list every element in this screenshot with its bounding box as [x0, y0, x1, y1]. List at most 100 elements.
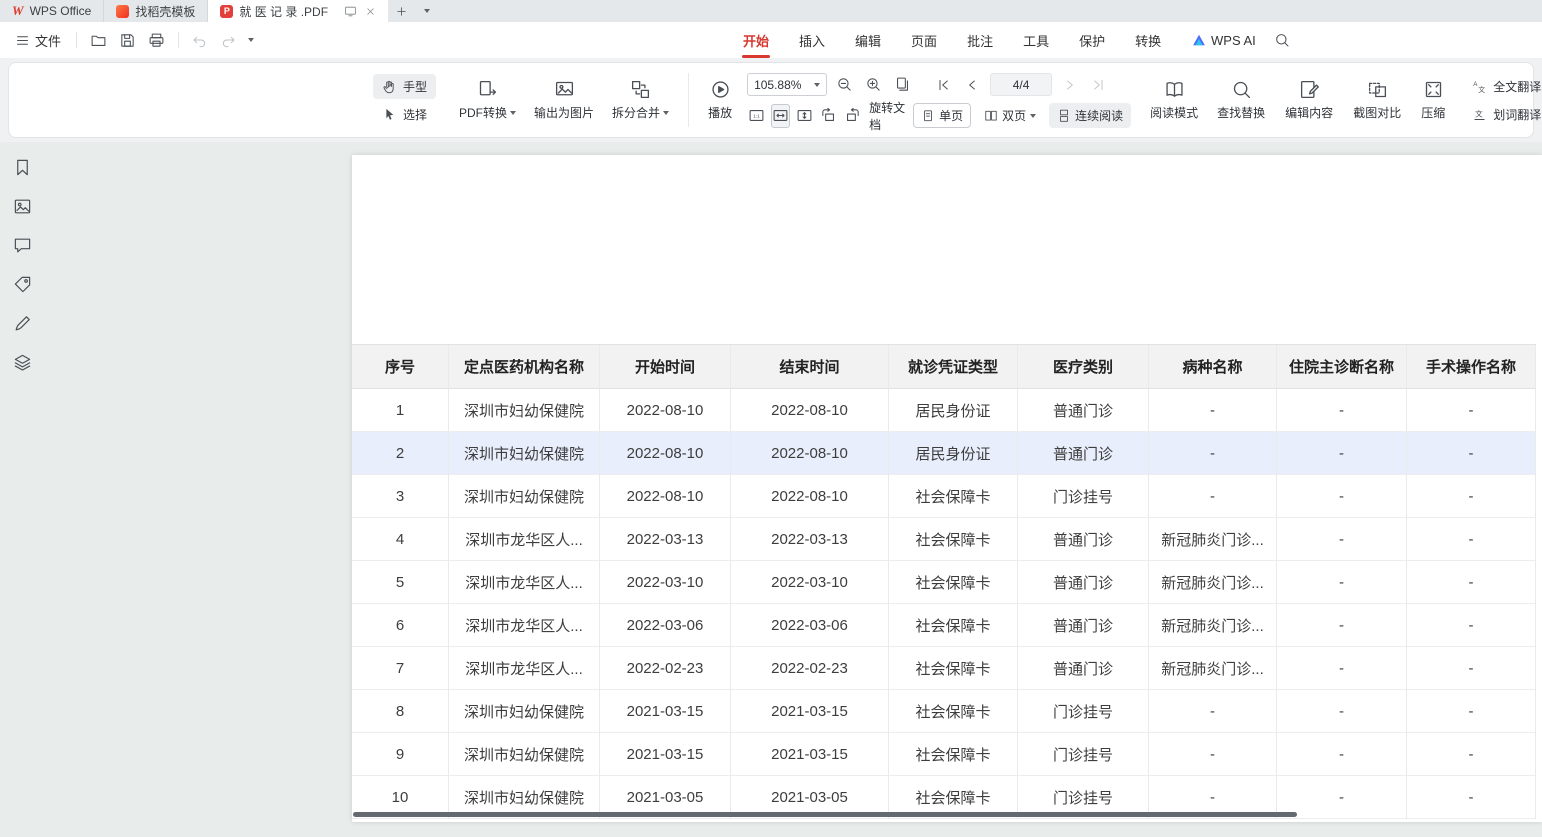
ribbon-tab-convert[interactable]: 转换: [1120, 22, 1176, 58]
table-row[interactable]: 1 深圳市妇幼保健院 2022-08-10 2022-08-10 居民身份证 普…: [352, 389, 1536, 432]
close-tab-icon[interactable]: [365, 6, 376, 17]
wps-ai-logo-icon: [1192, 33, 1206, 47]
tab-docer-templates[interactable]: 找稻壳模板: [104, 0, 208, 22]
find-replace-button[interactable]: 查找替换: [1207, 79, 1275, 121]
cell-end-time: 2022-02-23: [731, 647, 889, 690]
tab-label: 就 医 记 录 .PDF: [239, 3, 328, 20]
prev-page-button[interactable]: [961, 73, 985, 97]
actual-size-button[interactable]: 1:1: [747, 104, 766, 128]
table-row[interactable]: 6 深圳市龙华区人... 2022-03-06 2022-03-06 社会保障卡…: [352, 604, 1536, 647]
undo-button[interactable]: [187, 28, 213, 52]
comment-panel-icon[interactable]: [13, 236, 32, 255]
cell-diagnosis-name: -: [1277, 389, 1407, 432]
redo-button[interactable]: [215, 28, 241, 52]
fit-width-button[interactable]: [771, 104, 790, 128]
table-row[interactable]: 9 深圳市妇幼保健院 2021-03-15 2021-03-15 社会保障卡 门…: [352, 733, 1536, 776]
cell-credential-type: 社会保障卡: [889, 518, 1018, 561]
tab-list-chevron-icon[interactable]: [414, 0, 440, 22]
ribbon-tab-tools[interactable]: 工具: [1008, 22, 1064, 58]
single-page-button[interactable]: 单页: [913, 103, 971, 128]
cell-medical-category: 普通门诊: [1018, 432, 1149, 475]
cell-medical-category: 门诊挂号: [1018, 690, 1149, 733]
screenshot-compare-icon: [1367, 79, 1388, 100]
tab-document-pdf[interactable]: P 就 医 记 录 .PDF: [208, 0, 388, 22]
tag-panel-icon[interactable]: [13, 275, 32, 294]
table-row[interactable]: 3 深圳市妇幼保健院 2022-08-10 2022-08-10 社会保障卡 门…: [352, 475, 1536, 518]
layers-panel-icon[interactable]: [13, 353, 32, 372]
rotate-document-button[interactable]: 旋转文档: [867, 99, 908, 133]
header-seq: 序号: [352, 345, 449, 389]
select-tool-button[interactable]: 选择: [373, 102, 436, 127]
rotate-left-icon: [820, 107, 837, 124]
fit-width-icon: [772, 107, 789, 124]
read-mode-label: 阅读模式: [1150, 104, 1198, 121]
open-file-button[interactable]: [85, 28, 112, 53]
page-number-input[interactable]: 4/4: [990, 73, 1052, 96]
save-button[interactable]: [114, 28, 141, 53]
wps-logo-icon: W: [12, 3, 24, 19]
first-page-button[interactable]: [932, 73, 956, 97]
document-area[interactable]: 序号 定点医药机构名称 开始时间 结束时间 就诊凭证类型 医疗类别 病种名称 住…: [44, 142, 1542, 837]
export-image-button[interactable]: 输出为图片: [525, 79, 603, 121]
play-icon: [710, 79, 731, 100]
thumbnail-panel-icon[interactable]: [13, 197, 32, 216]
play-button[interactable]: 播放: [699, 79, 741, 121]
cell-end-time: 2022-08-10: [731, 389, 889, 432]
wps-ai-button[interactable]: WPS AI: [1192, 33, 1256, 48]
horizontal-scrollbar[interactable]: [353, 812, 1297, 817]
ribbon-tab-edit[interactable]: 编辑: [840, 22, 896, 58]
read-mode-button[interactable]: 阅读模式: [1141, 79, 1207, 121]
zoom-in-button[interactable]: [861, 73, 885, 97]
ribbon-tab-comment[interactable]: 批注: [952, 22, 1008, 58]
ribbon-tab-page[interactable]: 页面: [896, 22, 952, 58]
zoom-out-button[interactable]: [832, 73, 856, 97]
rotate-left-button[interactable]: [819, 104, 838, 128]
last-page-button[interactable]: [1086, 73, 1110, 97]
folder-open-icon: [90, 32, 107, 49]
ribbon-tab-protect[interactable]: 保护: [1064, 22, 1120, 58]
continuous-read-button[interactable]: 连续阅读: [1049, 103, 1131, 128]
signature-panel-icon[interactable]: [13, 314, 32, 333]
compress-button[interactable]: 压缩: [1411, 79, 1455, 121]
ribbon-tab-home[interactable]: 开始: [728, 22, 784, 58]
table-row[interactable]: 8 深圳市妇幼保健院 2021-03-15 2021-03-15 社会保障卡 门…: [352, 690, 1536, 733]
hand-tool-button[interactable]: 手型: [373, 74, 436, 99]
menu-search-icon[interactable]: [1274, 32, 1290, 48]
hamburger-icon: [15, 33, 30, 48]
extract-page-button[interactable]: [890, 73, 914, 97]
table-row[interactable]: 7 深圳市龙华区人... 2022-02-23 2022-02-23 社会保障卡…: [352, 647, 1536, 690]
table-row[interactable]: 2 深圳市妇幼保健院 2022-08-10 2022-08-10 居民身份证 普…: [352, 432, 1536, 475]
table-row[interactable]: 5 深圳市龙华区人... 2022-03-10 2022-03-10 社会保障卡…: [352, 561, 1536, 604]
edit-content-button[interactable]: 编辑内容: [1275, 79, 1343, 121]
word-translate-button[interactable]: 文 划词翻译: [1463, 102, 1542, 127]
full-text-translate-button[interactable]: A文 全文翻译: [1463, 74, 1542, 99]
print-button[interactable]: [143, 28, 170, 53]
cell-disease-name: 新冠肺炎门诊...: [1149, 604, 1277, 647]
next-page-button[interactable]: [1057, 73, 1081, 97]
tab-wps-office[interactable]: W WPS Office: [0, 0, 104, 22]
cell-disease-name: -: [1149, 389, 1277, 432]
header-start-time: 开始时间: [600, 345, 731, 389]
new-tab-button[interactable]: [388, 0, 414, 22]
double-page-button[interactable]: 双页: [976, 103, 1044, 128]
undo-history-chevron[interactable]: [243, 34, 259, 46]
chevron-down-icon: [663, 111, 669, 115]
pdf-convert-button[interactable]: PDF转换: [450, 79, 525, 121]
pdf-page[interactable]: 序号 定点医药机构名称 开始时间 结束时间 就诊凭证类型 医疗类别 病种名称 住…: [352, 155, 1542, 822]
cell-operation-name: -: [1407, 647, 1536, 690]
cell-institution: 深圳市妇幼保健院: [449, 475, 600, 518]
bookmark-panel-icon[interactable]: [13, 158, 32, 177]
fit-page-button[interactable]: [795, 104, 814, 128]
table-row[interactable]: 4 深圳市龙华区人... 2022-03-13 2022-03-13 社会保障卡…: [352, 518, 1536, 561]
zoom-level-select[interactable]: 105.88%: [747, 73, 827, 96]
cell-disease-name: -: [1149, 733, 1277, 776]
cell-seq: 2: [352, 432, 449, 475]
ribbon-tab-insert[interactable]: 插入: [784, 22, 840, 58]
screen-mode-icon[interactable]: [344, 5, 357, 18]
rotate-right-button[interactable]: [843, 104, 862, 128]
file-menu-button[interactable]: 文件: [8, 26, 68, 55]
screenshot-compare-button[interactable]: 截图对比: [1343, 79, 1411, 121]
split-merge-button[interactable]: 拆分合并: [603, 79, 678, 121]
toolbar-background: 手型 选择 PDF转换 输出为图片 拆分合并: [0, 58, 1542, 142]
cell-medical-category: 门诊挂号: [1018, 475, 1149, 518]
